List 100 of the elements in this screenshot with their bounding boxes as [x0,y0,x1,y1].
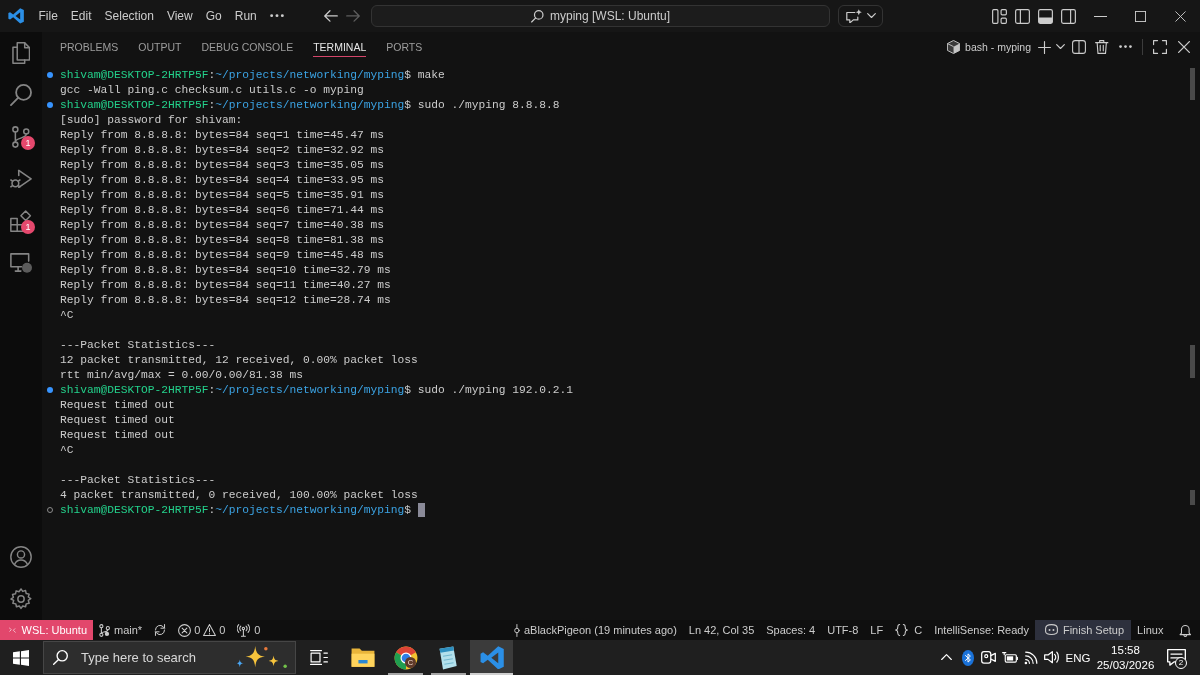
terminal-output-line: Reply from 8.8.8.8: bytes=84 seq=9 time=45.48 ms [60,247,385,263]
windows-logo-icon[interactable] [13,649,29,666]
settings-icon[interactable] [10,588,32,610]
trash-icon[interactable] [1095,40,1109,54]
speaker-icon[interactable] [1044,651,1059,664]
angle-brackets-icon [9,624,16,636]
terminal-prompt-line: shivam@DESKTOP-2HRTP5F:~/projects/networking/myping$ sudo ./myping 8.8.8.8 [60,97,560,113]
chevron-down-icon [866,13,876,19]
panel-tab[interactable]: DEBUG CONSOLE [201,37,294,57]
ports-status[interactable]: 0 [231,620,267,640]
menu-item[interactable]: Selection [98,5,161,27]
chevron-down-icon[interactable] [1055,44,1065,50]
camera-icon[interactable] [981,651,996,664]
files-icon[interactable] [11,42,31,64]
terminal-output-line: Reply from 8.8.8.8: bytes=84 seq=10 time=32.79 ms [60,262,391,278]
panel-tab[interactable]: PORTS [386,37,423,57]
terminal-output-line: Reply from 8.8.8.8: bytes=84 seq=4 time=33.95 ms [60,172,385,188]
terminal-output-line: ^C [60,442,74,458]
panel-tab[interactable]: TERMINAL [313,37,367,57]
maximize-icon[interactable] [1134,10,1146,22]
finish-setup-button[interactable]: Finish Setup [1034,620,1132,640]
minimize-icon[interactable] [1093,15,1107,17]
menu-item[interactable]: Run [228,5,264,27]
status-item[interactable]: Linux [1131,620,1170,640]
menu-item[interactable]: Go [199,5,229,27]
robot-face-icon [1044,624,1058,636]
terminal-output-line: 4 packet transmitted, 0 received, 100.00% packet loss [60,487,418,503]
plus-icon[interactable] [1037,40,1051,54]
status-item[interactable]: LF [864,620,890,640]
last-commit-status[interactable]: aBlackPigeon (19 minutes ago) [508,620,683,640]
close-icon[interactable] [1178,41,1190,53]
command-center[interactable]: myping [WSL: Ubuntu] [371,5,830,27]
status-item[interactable]: UTF-8 [821,620,865,640]
terminal-output-line: Reply from 8.8.8.8: bytes=84 seq=3 time=35.05 ms [60,157,385,173]
menu-item[interactable]: File [32,5,65,27]
account-icon[interactable] [10,546,32,568]
panel-tab[interactable]: OUTPUT [138,37,182,57]
menu-item[interactable]: View [160,5,200,27]
warning-icon [203,623,217,637]
terminal-prompt-line: shivam@DESKTOP-2HRTP5F:~/projects/networking/myping$ sudo ./myping 192.0.2.1 [60,382,574,398]
terminal-output-line: 12 packet transmitted, 12 received, 0.00% packet loss [60,352,418,368]
terminal-output-line: ---Packet Statistics--- [60,472,216,488]
terminal-output-line: Reply from 8.8.8.8: bytes=84 seq=11 time=40.27 ms [60,277,391,293]
error-icon [178,623,192,637]
sidebar-toggle-icon[interactable] [1015,8,1030,24]
more-icon[interactable] [1118,45,1132,49]
remote-indicator[interactable]: WSL: Ubuntu [0,620,93,640]
menu-item[interactable]: Edit [64,5,99,27]
wifi-icon[interactable] [1023,650,1038,665]
notification-badge: 1 [21,136,35,150]
status-item[interactable]: IntelliSense: Ready [928,620,1035,640]
search-icon[interactable] [10,84,32,106]
terminal-output-line: Request timed out [60,412,175,428]
run-debug-icon[interactable] [10,169,32,189]
terminal-instance-tab[interactable]: bash - myping [947,40,1031,54]
cube-icon [947,40,961,54]
status-item[interactable]: Spaces: 4 [760,620,822,640]
customize-layout-icon[interactable] [992,8,1007,24]
clock-button[interactable]: 15:58 25/03/2026 [1094,640,1157,675]
input-language[interactable]: ENG [1062,640,1094,675]
chat-button[interactable] [838,5,883,27]
chat-sparkle-icon [845,8,862,24]
split-icon[interactable] [1072,40,1086,54]
maximize-panel-icon[interactable] [1153,40,1167,54]
scrollbar-mark [1190,345,1195,378]
taskbar-app-button[interactable] [470,640,513,675]
task-view-icon[interactable] [309,650,328,665]
extensions-icon[interactable] [10,210,32,232]
back-arrow-icon[interactable] [324,10,338,22]
search-icon [530,9,544,23]
panel-tab[interactable]: PROBLEMS [60,37,119,57]
scrollbar-mark [1190,490,1195,505]
battery-icon[interactable] [1001,652,1018,663]
terminal-output-line: Reply from 8.8.8.8: bytes=84 seq=7 time=40.38 ms [60,217,385,233]
terminal-output-line: [sudo] password for shivam: [60,112,243,128]
search-field[interactable]: Type here to search [43,641,296,674]
secondary-sidebar-toggle-icon[interactable] [1061,8,1076,24]
branch-status[interactable]: main* [93,620,149,640]
app-logo-icon [479,645,504,670]
close-icon[interactable] [1174,10,1186,22]
bell-icon[interactable] [1179,623,1192,637]
terminal-output-line: Reply from 8.8.8.8: bytes=84 seq=12 time=28.74 ms [60,292,391,308]
status-item[interactable]: Ln 42, Col 35 [682,620,761,640]
source-control-icon[interactable] [12,126,30,148]
terminal-output-line: ---Packet Statistics--- [60,337,216,353]
problems-status[interactable]: 0 0 [172,620,232,640]
chevron-up-icon[interactable] [941,654,952,661]
more-icon[interactable] [270,14,285,18]
app-logo-icon [8,8,24,24]
remote-monitor-icon[interactable] [10,253,32,273]
sync-icon[interactable] [154,624,167,636]
braces-icon [895,623,909,637]
notification-icon[interactable] [1166,649,1186,666]
language-mode-status[interactable]: C [889,620,929,640]
terminal-output-line: Reply from 8.8.8.8: bytes=84 seq=5 time=35.91 ms [60,187,385,203]
folder-icon [350,647,375,668]
panel-toggle-icon[interactable] [1038,8,1053,24]
broadcast-icon [237,623,251,637]
search-icon [53,650,68,665]
bluetooth-icon[interactable] [961,649,974,666]
